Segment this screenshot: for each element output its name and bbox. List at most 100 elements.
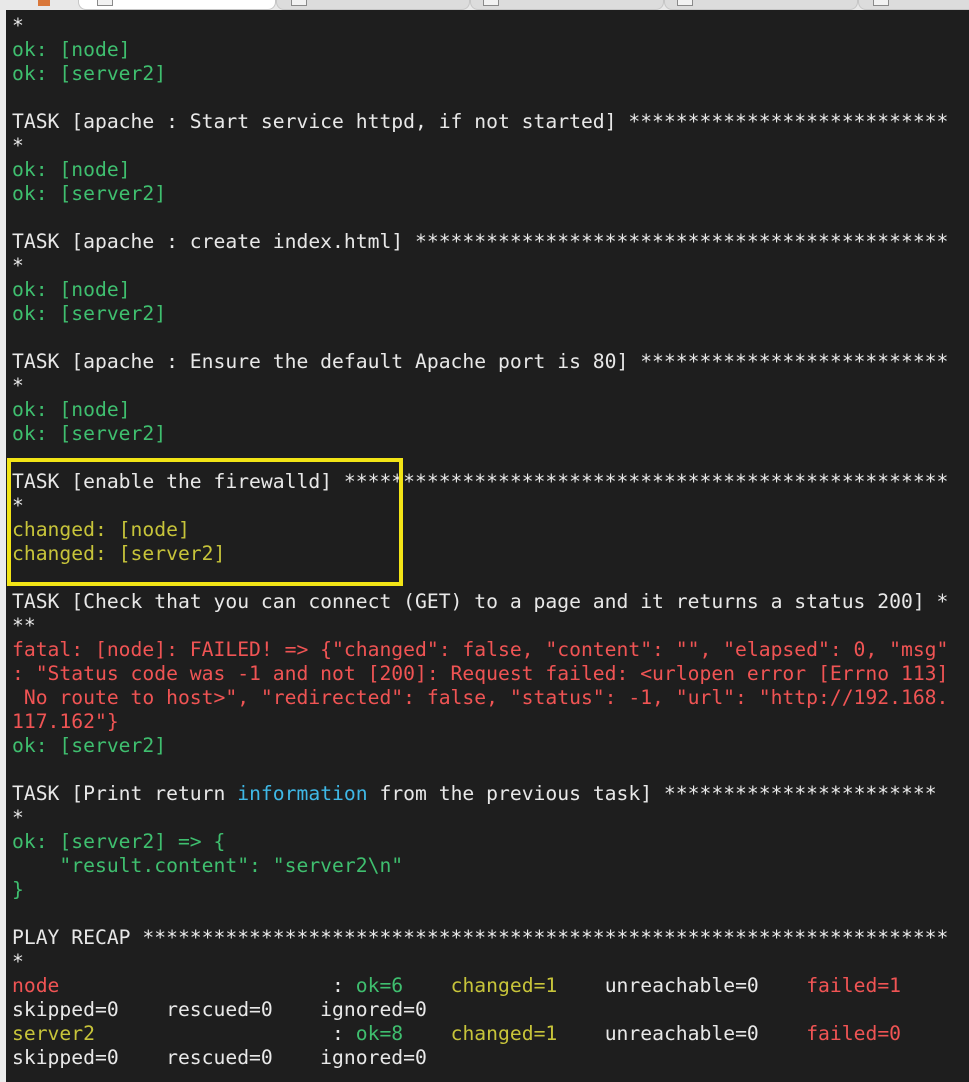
terminal-text: skipped=0 rescued=0 ignored=0 [12, 1046, 427, 1069]
terminal-text: : [94, 1022, 356, 1045]
terminal-text: fatal: [node]: FAILED! => {"changed": fa… [12, 638, 949, 661]
terminal-line: TASK [apache : create index.html] ******… [12, 230, 967, 254]
terminal-text: server2 [12, 1022, 95, 1045]
left-window-edge [0, 10, 6, 1082]
terminal-text: failed=1 [806, 974, 902, 997]
tab-4[interactable] [664, 0, 858, 10]
terminal-line: ok: [node] [12, 38, 967, 62]
terminal-text: : [59, 974, 356, 997]
terminal-text: information [237, 782, 368, 805]
terminal-tab-icon [97, 0, 113, 6]
terminal-text: from the previous task] ****************… [367, 782, 937, 805]
terminal-line: TASK [Print return information from the … [12, 782, 967, 806]
terminal-text: ok=6 [355, 974, 404, 997]
terminal-text: changed=1 [450, 974, 558, 997]
terminal-text: } [12, 878, 24, 901]
terminal-line: ok: [server2] [12, 302, 967, 326]
terminal-text: * [12, 806, 24, 829]
terminal-line: * [12, 494, 967, 518]
terminal-line: TASK [apache : Start service httpd, if n… [12, 110, 967, 134]
browser-tab-strip [0, 0, 969, 10]
terminal-line: : "Status code was -1 and not [200]: Req… [12, 662, 967, 686]
terminal-text: changed=1 [450, 1022, 558, 1045]
terminal-tab-icon [873, 0, 889, 6]
terminal-text: ok: [node] [12, 278, 131, 301]
terminal-text: TASK [apache : Ensure the default Apache… [12, 350, 949, 373]
terminal-line: changed: [server2] [12, 542, 967, 566]
tab-3[interactable] [470, 0, 664, 10]
terminal-line: ** [12, 614, 967, 638]
terminal-text: TASK [Print return [12, 782, 238, 805]
terminal-text: ok: [server2] [12, 182, 167, 205]
terminal-line: fatal: [node]: FAILED! => {"changed": fa… [12, 638, 967, 662]
terminal-line: server2 : ok=8 changed=1 unreachable=0 f… [12, 1022, 967, 1046]
terminal-line: ok: [server2] [12, 182, 967, 206]
terminal-line: skipped=0 rescued=0 ignored=0 [12, 998, 967, 1022]
terminal-line: * [12, 374, 967, 398]
terminal-text: changed: [server2] [12, 542, 226, 565]
terminal-text: ok: [node] [12, 398, 131, 421]
terminal-text: : "Status code was -1 and not [200]: Req… [12, 662, 949, 685]
terminal-line: ok: [node] [12, 158, 967, 182]
terminal-text: ok: [server2] => { [12, 830, 226, 853]
terminal-text: * [12, 950, 24, 973]
terminal-text: failed=0 [806, 1022, 902, 1045]
terminal-line: ok: [server2] [12, 734, 967, 758]
terminal-text: node [12, 974, 60, 997]
terminal-text: * [12, 374, 24, 397]
terminal-line: TASK [Check that you can connect (GET) t… [12, 590, 967, 614]
terminal-text: ok: [server2] [12, 302, 167, 325]
terminal-text: 117.162"} [12, 710, 119, 733]
terminal-line: TASK [enable the firewalld] ************… [12, 470, 967, 494]
terminal-text: ok: [node] [12, 158, 131, 181]
terminal-line: 117.162"} [12, 710, 967, 734]
terminal-text: "result.content": "server2\n" [12, 854, 404, 877]
terminal-text: TASK [apache : create index.html] ******… [12, 230, 949, 253]
tab-active[interactable] [78, 0, 276, 10]
terminal-line: * [12, 950, 967, 974]
terminal-line: ok: [node] [12, 398, 967, 422]
terminal-line: * [12, 806, 967, 830]
terminal-output[interactable]: * ok: [node] ok: [server2] TASK [apache : S… [12, 14, 967, 1070]
terminal-text: ok: [server2] [12, 734, 167, 757]
terminal-line: ok: [server2] => { [12, 830, 967, 854]
terminal-text: ok: [server2] [12, 62, 167, 85]
terminal-text: No route to host>", "redirected": false,… [12, 686, 949, 709]
terminal-text: TASK [enable the firewalld] ************… [12, 470, 949, 493]
tab-2[interactable] [276, 0, 470, 10]
terminal-text: ok: [node] [12, 38, 131, 61]
terminal-line: * [12, 254, 967, 278]
terminal-line: * [12, 134, 967, 158]
terminal-text: changed: [node] [12, 518, 190, 541]
terminal-text: PLAY RECAP *****************************… [12, 926, 949, 949]
app-icon [38, 0, 50, 6]
terminal-text: ** [12, 614, 36, 637]
terminal-line: "result.content": "server2\n" [12, 854, 967, 878]
terminal-tab-icon [291, 0, 307, 6]
terminal-line: PLAY RECAP *****************************… [12, 926, 967, 950]
terminal-text: unreachable=0 [557, 1022, 807, 1045]
tab-5[interactable] [858, 0, 969, 10]
terminal-line: changed: [node] [12, 518, 967, 542]
terminal-line: ok: [server2] [12, 62, 967, 86]
terminal-text: * [12, 254, 24, 277]
terminal-text: TASK [apache : Start service httpd, if n… [12, 110, 949, 133]
terminal-line: * [12, 14, 967, 38]
terminal-line: No route to host>", "redirected": false,… [12, 686, 967, 710]
terminal-line: ok: [server2] [12, 422, 967, 446]
terminal-tab-icon [483, 0, 499, 6]
terminal-line: TASK [apache : Ensure the default Apache… [12, 350, 967, 374]
terminal-line: node : ok=6 changed=1 unreachable=0 fail… [12, 974, 967, 998]
terminal-tab-icon [677, 0, 693, 6]
terminal-line: } [12, 878, 967, 902]
terminal-text: ok=8 [355, 1022, 404, 1045]
terminal-text: unreachable=0 [557, 974, 807, 997]
